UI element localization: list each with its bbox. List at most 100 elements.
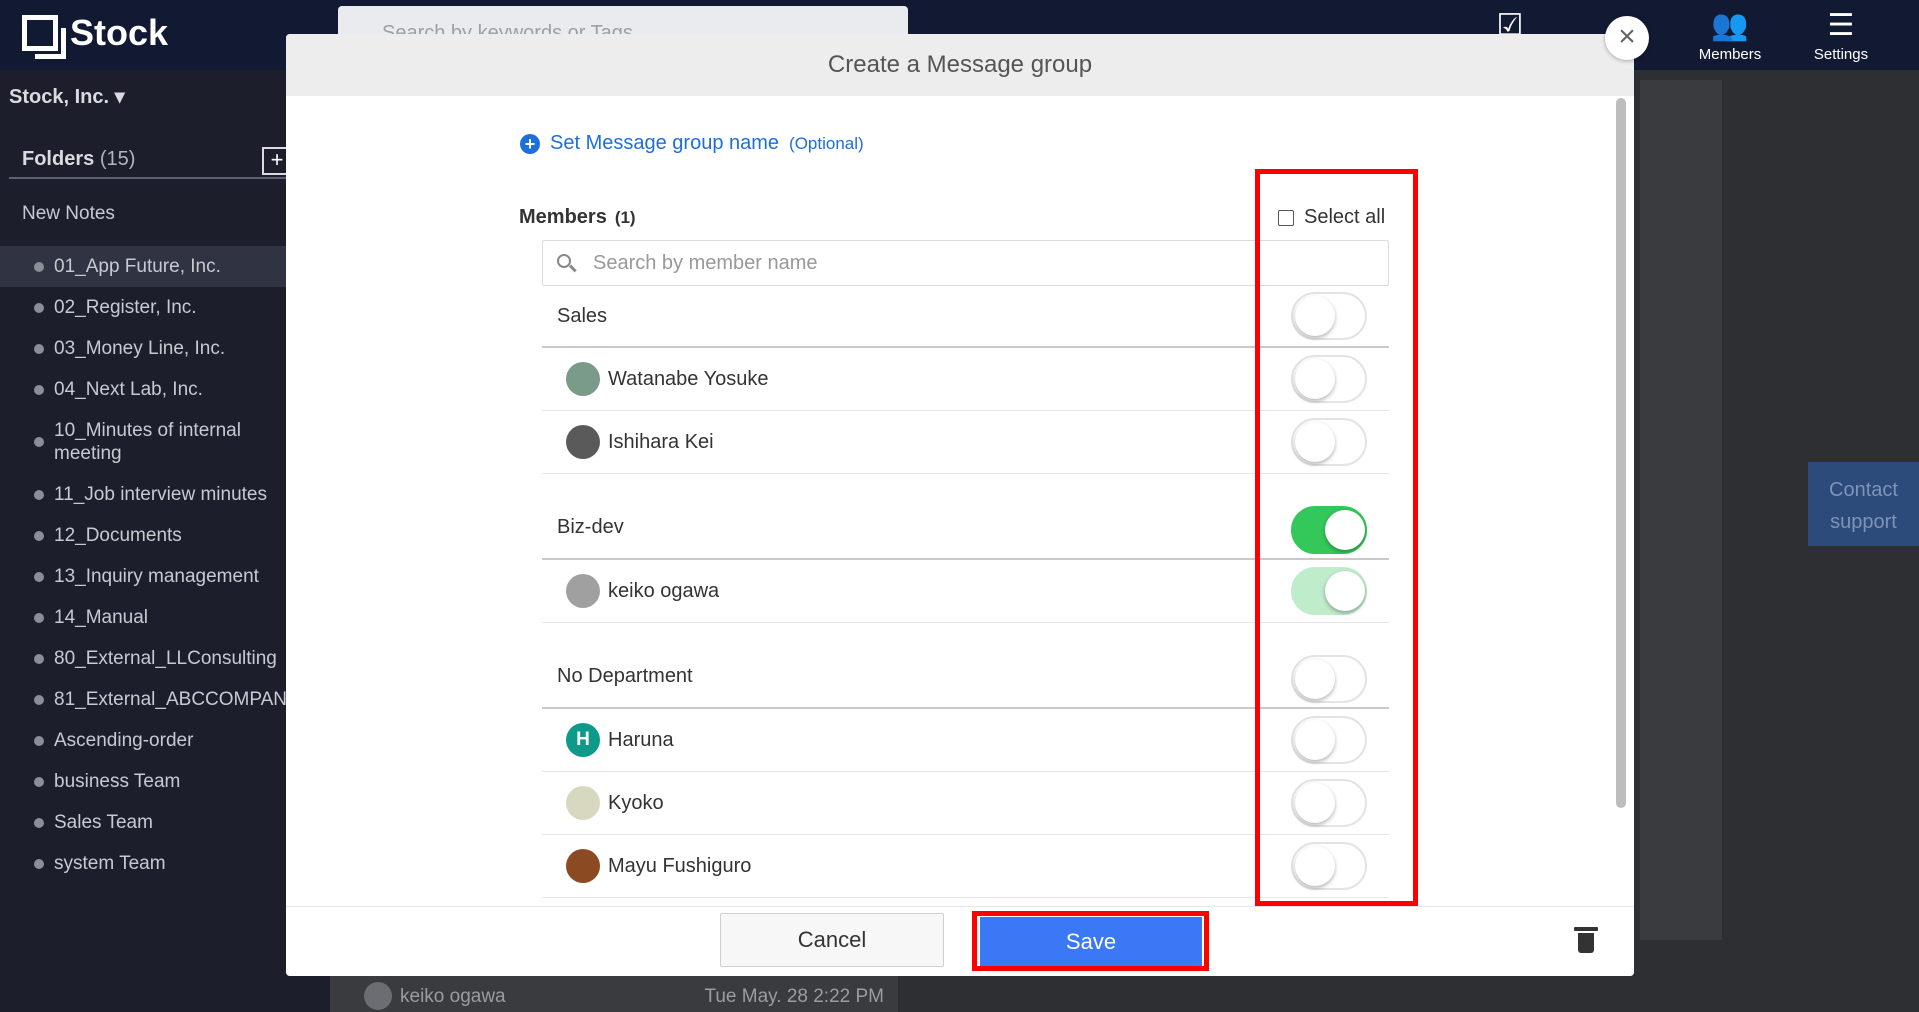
folders-label: Folders (22, 148, 95, 170)
company-name: Stock, Inc. (9, 86, 110, 108)
side-panel (1640, 80, 1722, 940)
folder-item[interactable]: 14_Manual (0, 597, 286, 638)
member-row: Ishihara Kei (542, 411, 1389, 474)
toggle-switch[interactable] (1291, 292, 1367, 340)
save-button[interactable]: Save (980, 917, 1202, 967)
members-heading: Members (1) (519, 206, 636, 229)
cancel-button[interactable]: Cancel (720, 913, 944, 967)
avatar (566, 786, 600, 820)
folder-item[interactable]: 02_Register, Inc. (0, 287, 286, 328)
toggle-knob (1295, 720, 1335, 760)
set-group-name-link[interactable]: + Set Message group name (Optional) (520, 132, 864, 155)
avatar: H (566, 723, 600, 757)
department-row: No Department (542, 623, 1389, 709)
toggle-switch[interactable] (1291, 655, 1367, 703)
trash-icon[interactable] (1574, 927, 1598, 953)
divider (9, 177, 286, 179)
folder-item[interactable]: 01_App Future, Inc. (0, 246, 286, 287)
toggle-switch[interactable] (1291, 842, 1367, 890)
search-icon (543, 253, 583, 273)
optional-label: (Optional) (789, 133, 864, 153)
toggle-knob (1295, 296, 1335, 336)
toggle-switch[interactable] (1291, 418, 1367, 466)
members-count: (1) (614, 208, 636, 227)
company-switcher[interactable]: Stock, Inc. ▾ (9, 84, 125, 109)
department-name: Biz-dev (557, 516, 624, 538)
group-name-label: Set Message group name (550, 132, 780, 154)
member-row: Mayu Fushiguro (542, 835, 1389, 898)
note-time: Tue May. 28 2:22 PM (704, 986, 884, 1007)
folder-item[interactable]: 04_Next Lab, Inc. (0, 369, 286, 410)
avatar (566, 849, 600, 883)
folder-item[interactable]: 03_Money Line, Inc. (0, 328, 286, 369)
avatar (566, 574, 600, 608)
close-dialog-button[interactable]: × (1605, 16, 1649, 60)
department-name: Sales (557, 304, 608, 327)
folders-count: (15) (99, 148, 136, 170)
plus-circle-icon: + (520, 133, 540, 154)
toggle-knob (1295, 422, 1335, 462)
member-name: Mayu Fushiguro (608, 854, 752, 877)
toggle-switch[interactable] (1291, 506, 1367, 554)
logo-text: Stock (70, 12, 169, 53)
new-notes-link[interactable]: New Notes (22, 203, 115, 225)
toggle-switch[interactable] (1291, 716, 1367, 764)
folder-item[interactable]: 80_External_LLConsulting (0, 638, 286, 679)
toggle-switch[interactable] (1291, 779, 1367, 827)
folder-item[interactable]: Sales Team (0, 802, 286, 843)
folder-item[interactable]: system Team (0, 843, 286, 884)
menu-icon: ☰ (1827, 9, 1855, 42)
members-label: Members (1698, 46, 1762, 63)
member-search-input[interactable] (583, 251, 1388, 275)
folder-item[interactable]: business Team (0, 761, 286, 802)
department-row: Sales (542, 286, 1389, 348)
member-name: Watanabe Yosuke (608, 367, 769, 390)
department-name: No Department (557, 665, 693, 687)
toggle-knob (1295, 359, 1335, 399)
dialog-title: Create a Message group (286, 34, 1634, 96)
toggle-switch[interactable] (1291, 355, 1367, 403)
folder-item[interactable]: 11_Job interview minutes (0, 474, 286, 515)
create-message-group-dialog: Create a Message group + Set Message gro… (286, 34, 1634, 976)
note-author: keiko ogawa (400, 986, 506, 1007)
folder-list: 01_App Future, Inc. 02_Register, Inc. 03_M… (0, 246, 286, 884)
app-logo[interactable]: Stock (22, 12, 169, 59)
folders-heading: Folders (15) (22, 148, 135, 171)
dialog-scrollbar[interactable] (1616, 98, 1626, 808)
member-name: keiko ogawa (608, 579, 720, 602)
member-row: Kyoko (542, 772, 1389, 835)
folder-item[interactable]: 10_Minutes of internal meeting (0, 410, 286, 474)
member-name: Kyoko (608, 791, 664, 814)
member-list: Sales Watanabe Yosuke Ishihara Kei Biz-dev k… (542, 286, 1389, 898)
dialog-footer: Cancel Save (286, 906, 1634, 976)
toggle-knob (1295, 846, 1335, 886)
folder-item[interactable]: 81_External_ABCCOMPANY (0, 679, 286, 720)
toggle-knob (1295, 783, 1335, 823)
select-all-label: Select all (1304, 206, 1386, 228)
member-search-field[interactable] (542, 240, 1389, 286)
settings-label: Settings (1813, 46, 1869, 63)
member-row: keiko ogawa (542, 560, 1389, 623)
member-row: Watanabe Yosuke (542, 348, 1389, 411)
members-label: Members (519, 206, 607, 228)
avatar (566, 362, 600, 396)
contact-support-button[interactable]: Contact support (1808, 462, 1919, 546)
department-row: Biz-dev (542, 474, 1389, 560)
toggle-knob (1325, 571, 1365, 611)
select-all-checkbox[interactable]: Select all (1278, 206, 1385, 229)
folder-item[interactable]: Ascending-order (0, 720, 286, 761)
toggle-knob (1325, 510, 1365, 550)
avatar (566, 425, 600, 459)
toggle-switch[interactable] (1291, 567, 1367, 615)
checkbox-icon[interactable] (1278, 209, 1294, 226)
folder-item[interactable]: 12_Documents (0, 515, 286, 556)
member-row: H Haruna (542, 709, 1389, 772)
toggle-knob (1295, 659, 1335, 699)
settings-button[interactable]: ☰ Settings (1786, 6, 1896, 63)
member-name: Ishihara Kei (608, 430, 714, 453)
logo-icon (22, 15, 66, 59)
members-icon: 👥 (1711, 9, 1749, 42)
folder-item[interactable]: 13_Inquiry management (0, 556, 286, 597)
avatar (364, 982, 392, 1010)
members-button[interactable]: 👥 Members (1675, 6, 1785, 63)
